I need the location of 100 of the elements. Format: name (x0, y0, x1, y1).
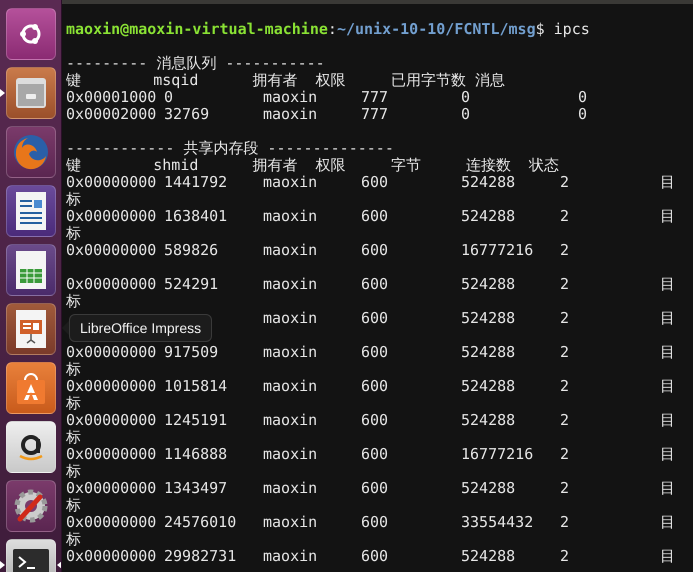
table-cell: maoxin (263, 309, 318, 327)
table-cell: 2 (560, 411, 570, 429)
table-cell: 2 (560, 241, 570, 259)
table-cell: 600 (361, 411, 388, 429)
command-text: ipcs (554, 21, 590, 38)
table-cell: 2 (560, 479, 570, 497)
table-cell: 目 (660, 309, 675, 327)
table-cell: 777 (361, 105, 388, 123)
table-cell: 600 (361, 309, 388, 327)
table-cell: 524288 (461, 173, 516, 191)
table-cell: 目 (660, 343, 675, 361)
table-cell: 目 (660, 173, 675, 191)
table-cell: 2 (560, 275, 570, 293)
header-line: 键 shmid 拥有者 权限 字节 连接数 状态 (66, 157, 560, 174)
table-cell: 0x00000000 (66, 275, 156, 293)
wrapped-text: 标 (66, 395, 81, 412)
table-cell: 目 (660, 479, 675, 497)
table-cell: 0x00000000 (66, 207, 156, 225)
wrapped-text: 标 (66, 225, 81, 242)
section-title: --------- 消息队列 ----------- (66, 55, 325, 72)
prompt-path: ~/unix-10-10/FCNTL/msg (336, 21, 536, 38)
table-cell: 524288 (461, 411, 516, 429)
table-cell: 目 (660, 547, 675, 565)
table-cell: 600 (361, 513, 388, 531)
launcher-button[interactable] (6, 480, 56, 532)
table-cell: 777 (361, 88, 388, 106)
table-cell: 0 (578, 88, 588, 106)
table-cell: 0 (164, 88, 174, 106)
prompt-symbol: $ (536, 21, 545, 38)
table-cell: 0x00000000 (66, 513, 156, 531)
table-cell: 0x00001000 (66, 88, 156, 106)
table-cell: 600 (361, 241, 388, 259)
table-cell: 0x00000000 (66, 547, 156, 565)
table-cell: 600 (361, 479, 388, 497)
table-cell: maoxin (263, 513, 318, 531)
table-cell: 0x00000000 (66, 241, 156, 259)
table-cell: 0x00000000 (66, 411, 156, 429)
table-cell: 600 (361, 173, 388, 191)
table-cell: 2 (560, 547, 570, 565)
launcher-button[interactable] (6, 362, 56, 414)
table-cell: 0 (461, 88, 470, 106)
table-cell: 0x00000000 (66, 445, 156, 463)
table-cell: 2 (560, 207, 570, 225)
table-cell: maoxin (263, 207, 318, 225)
table-cell: 2 (560, 445, 570, 463)
table-cell: maoxin (263, 241, 318, 259)
table-cell: 目 (660, 207, 675, 225)
wrapped-text: 标 (66, 191, 81, 208)
table-cell: 24576010 (164, 513, 236, 531)
table-cell: maoxin (263, 343, 318, 361)
table-cell: 0x00000000 (66, 173, 156, 191)
table-cell: maoxin (263, 377, 318, 395)
table-cell: 0x00000000 (66, 479, 156, 497)
wrapped-text: 标 (66, 361, 81, 378)
table-cell: 33554432 (461, 513, 534, 531)
header-line: 键 msqid 拥有者 权限 已用字节数 消息 (66, 72, 505, 89)
wrapped-text: 标 (66, 293, 81, 310)
table-cell: 目 (660, 513, 675, 531)
table-cell: maoxin (263, 411, 318, 429)
wrapped-text: 标 (66, 463, 81, 480)
table-cell: 524291 (164, 275, 218, 293)
table-cell: 1015814 (164, 377, 228, 395)
table-cell: 16777216 (461, 241, 534, 259)
launcher-button[interactable] (6, 421, 56, 473)
prompt-separator: : (328, 21, 337, 38)
table-cell: 目 (660, 445, 675, 463)
table-cell: 1245191 (164, 411, 228, 429)
launcher-button[interactable] (6, 8, 56, 60)
table-cell: 600 (361, 377, 388, 395)
table-cell: 0x00002000 (66, 105, 156, 123)
table-cell: 600 (361, 207, 388, 225)
wrapped-text: 标 (66, 497, 81, 514)
launcher-button[interactable] (6, 185, 56, 237)
table-cell: maoxin (263, 445, 318, 463)
table-cell: 目 (660, 377, 675, 395)
table-cell: 524288 (461, 309, 516, 327)
table-cell: 32769 (164, 105, 210, 123)
table-cell: 2 (560, 377, 570, 395)
table-cell: 2 (560, 173, 570, 191)
table-cell: 目 (660, 411, 675, 429)
table-cell: maoxin (263, 275, 318, 293)
table-cell: 2 (560, 309, 570, 327)
table-cell: 524288 (461, 377, 516, 395)
table-cell: maoxin (263, 173, 318, 191)
table-cell: 1146888 (164, 445, 228, 463)
launcher-button[interactable] (6, 244, 56, 296)
table-cell: 589826 (164, 241, 218, 259)
table-cell: 524288 (461, 479, 516, 497)
table-cell: 16777216 (461, 445, 534, 463)
table-cell: maoxin (263, 105, 318, 123)
table-cell: 0 (461, 105, 470, 123)
table-cell: 600 (361, 275, 388, 293)
prompt-user-host: maoxin@maoxin-virtual-machine (66, 21, 328, 38)
table-cell: 600 (361, 445, 388, 463)
table-cell: 524288 (461, 547, 516, 565)
table-cell: 0x00000000 (66, 343, 156, 361)
launcher-button[interactable] (6, 303, 56, 355)
table-cell: 600 (361, 547, 388, 565)
wrapped-text: 标 (66, 429, 81, 446)
table-cell: 1343497 (164, 479, 228, 497)
